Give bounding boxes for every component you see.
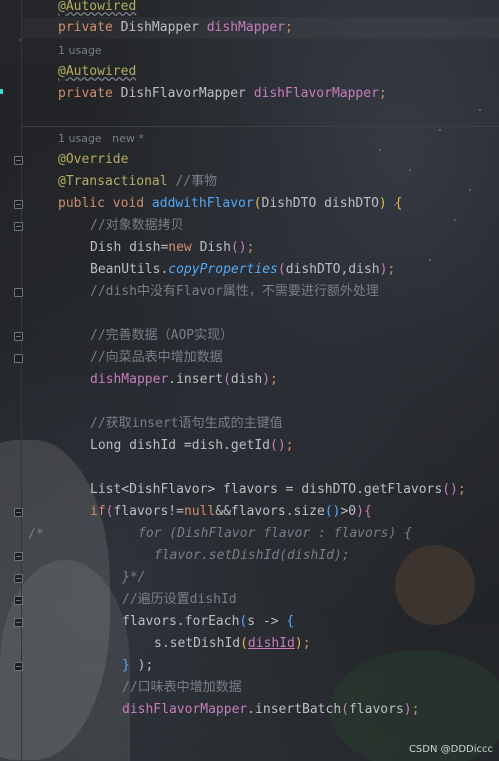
code-line[interactable]: List<DishFlavor> flavors = dishDTO.getFl…: [90, 479, 466, 501]
watermark: CSDN @DDDiccc: [408, 744, 493, 755]
code-line[interactable]: //dish中没有Flavor属性，不需要进行额外处理: [90, 281, 379, 303]
fold-toggle-icon[interactable]: [14, 618, 23, 627]
code-line[interactable]: private DishMapper dishMapper;: [22, 17, 499, 39]
code-line[interactable]: s.setDishId(dishId);: [154, 633, 311, 655]
fold-toggle-icon[interactable]: [14, 508, 23, 517]
code-line[interactable]: flavors.forEach(s -> {: [122, 611, 294, 633]
method-separator: [22, 126, 499, 127]
code-line[interactable]: private DishFlavorMapper dishFlavorMappe…: [58, 83, 387, 105]
code-line[interactable]: //对象数据拷贝: [90, 215, 184, 237]
code-line[interactable]: flavor.setDishId(dishId);: [154, 545, 350, 567]
code-line[interactable]: public void addwithFlavor(DishDTO dishDT…: [58, 193, 402, 215]
usages-hint[interactable]: 1 usage: [58, 42, 102, 60]
artwork-figure-left-2: [0, 560, 130, 761]
fold-toggle-icon[interactable]: [14, 662, 23, 671]
code-line[interactable]: @Autowired: [58, 61, 136, 83]
code-line[interactable]: } );: [122, 655, 153, 677]
fold-toggle-icon[interactable]: [14, 596, 23, 605]
code-line[interactable]: dishMapper.insert(dish);: [90, 369, 278, 391]
code-line[interactable]: //遍历设置dishId: [122, 589, 237, 611]
code-line[interactable]: //口味表中增加数据: [122, 677, 242, 699]
code-line[interactable]: if(flavors!=null&&flavors.size()>0){: [90, 501, 372, 523]
code-line[interactable]: @Override: [58, 149, 128, 171]
code-line[interactable]: dishFlavorMapper.insertBatch(flavors);: [122, 699, 419, 721]
fold-toggle-icon[interactable]: [14, 574, 23, 583]
fold-toggle-icon[interactable]: [14, 200, 23, 209]
code-line[interactable]: BeanUtils.copyProperties(dishDTO,dish);: [90, 259, 395, 281]
artwork-figure-right: [395, 545, 475, 625]
usages-hint[interactable]: 1 usage new *: [58, 130, 144, 148]
fold-toggle-icon[interactable]: [14, 354, 23, 363]
fold-toggle-icon[interactable]: [14, 332, 23, 341]
code-line[interactable]: //向菜品表中增加数据: [90, 347, 223, 369]
code-line[interactable]: for (DishFlavor flavor : flavors) {: [138, 523, 412, 545]
code-line[interactable]: @Transactional //事物: [58, 171, 217, 193]
fold-toggle-icon[interactable]: [14, 156, 23, 165]
fold-toggle-icon[interactable]: [14, 288, 23, 297]
code-line[interactable]: Dish dish=new Dish();: [90, 237, 254, 259]
code-line[interactable]: @Autowired: [58, 0, 136, 18]
comment-gutter-marker: /*: [28, 527, 44, 542]
code-line[interactable]: //完善数据（AOP实现）: [90, 325, 233, 347]
code-line[interactable]: }*/: [122, 567, 145, 589]
code-line[interactable]: //获取insert语句生成的主键值: [90, 413, 283, 435]
fold-toggle-icon[interactable]: [14, 552, 23, 561]
bookmark-marker: [0, 89, 3, 94]
fold-toggle-icon[interactable]: [14, 222, 23, 231]
gutter-divider: [21, 0, 22, 761]
code-line[interactable]: Long dishId =dish.getId();: [90, 435, 294, 457]
